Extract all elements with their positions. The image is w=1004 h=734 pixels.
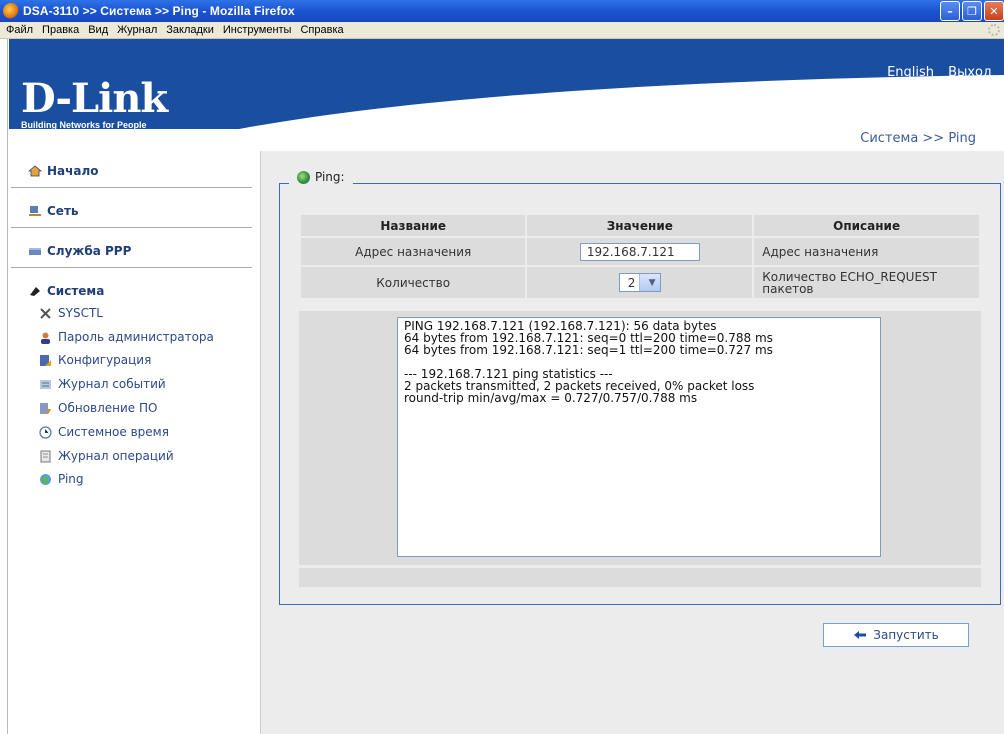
menu-view[interactable]: Вид: [88, 24, 108, 36]
logout-link[interactable]: Выход: [948, 65, 992, 80]
clock-icon: [39, 425, 52, 439]
config-icon: [40, 354, 51, 366]
column-header-description: Описание: [754, 215, 979, 236]
table-footer-bar: [299, 568, 981, 587]
sidebar-item-sysctl[interactable]: SYSCTL: [39, 305, 103, 321]
ping-icon: [40, 473, 51, 485]
update-icon: [40, 402, 51, 414]
sidebar-item-admin-password[interactable]: Пароль администратора: [39, 329, 214, 345]
breadcrumb: Система >> Ping: [860, 131, 976, 146]
dlink-logo: D-Link Building Networks for People: [21, 75, 168, 131]
column-header-name: Название: [301, 215, 526, 236]
column-header-value: Значение: [527, 215, 753, 236]
table-row: Адрес назначения 192.168.7.121 Адрес наз…: [301, 238, 979, 265]
window-title-bar: DSA-3110 >> Система >> Ping - Mozilla Fi…: [0, 0, 1004, 22]
count-select[interactable]: 2 ▼: [618, 273, 661, 292]
ping-settings-table: Название Значение Описание Адрес назначе…: [299, 213, 981, 300]
sidebar-item-config[interactable]: Конфигурация: [39, 352, 151, 368]
close-button[interactable]: ✕: [984, 1, 1004, 21]
minimize-button[interactable]: –: [940, 1, 960, 21]
ping-output-textarea[interactable]: PING 192.168.7.121 (192.168.7.121): 56 d…: [397, 317, 881, 557]
run-button[interactable]: Запустить: [823, 623, 969, 647]
sidebar-item-event-log[interactable]: Журнал событий: [39, 376, 166, 392]
table-row: Количество 2 ▼ Количество ECHO_REQUEST п…: [301, 267, 979, 298]
menu-bar: Файл Правка Вид Журнал Закладки Инструме…: [0, 22, 1004, 39]
sidebar-item-system-time[interactable]: Системное время: [39, 424, 169, 440]
sidebar-item-operations-log[interactable]: Журнал операций: [39, 448, 174, 464]
ppp-icon: [29, 248, 41, 255]
sidebar: Начало Сеть Служба PPP Система SYSCTL Па…: [9, 151, 260, 734]
sidebar-item-home[interactable]: Начало: [11, 161, 252, 188]
ping-icon: [297, 170, 310, 184]
admin-user-icon: [41, 332, 50, 344]
sidebar-item-firmware-update[interactable]: Обновление ПО: [39, 400, 157, 416]
operations-log-icon: [40, 450, 51, 462]
window-title: DSA-3110 >> Система >> Ping - Mozilla Fi…: [23, 4, 295, 18]
ping-legend: Ping:: [289, 170, 353, 184]
row-name: Адрес назначения: [301, 238, 526, 265]
window-frame: [0, 39, 8, 734]
menu-tools[interactable]: Инструменты: [223, 24, 292, 36]
menu-bookmarks[interactable]: Закладки: [166, 24, 214, 36]
page-header: D-Link Building Networks for People Engl…: [9, 39, 1004, 151]
sidebar-item-network[interactable]: Сеть: [11, 201, 252, 228]
menu-help[interactable]: Справка: [300, 24, 343, 36]
firefox-icon: [3, 3, 19, 19]
chevron-down-icon: ▼: [639, 274, 660, 291]
sidebar-item-ppp[interactable]: Служба PPP: [11, 241, 252, 268]
row-description: Количество ECHO_REQUEST пакетов: [754, 267, 979, 298]
sidebar-item-system[interactable]: Система: [11, 281, 252, 305]
maximize-button[interactable]: ❐: [962, 1, 982, 21]
home-icon: [28, 165, 42, 177]
menu-file[interactable]: Файл: [6, 24, 33, 36]
system-icon: [30, 287, 40, 296]
row-description: Адрес назначения: [754, 238, 979, 265]
event-log-icon: [40, 379, 51, 389]
row-name: Количество: [301, 267, 526, 298]
destination-address-input[interactable]: 192.168.7.121: [579, 242, 700, 261]
main-panel: Ping: Название Значение Описание Адрес н…: [260, 151, 1004, 734]
run-arrow-icon: [854, 631, 867, 639]
sidebar-item-ping[interactable]: Ping: [39, 471, 84, 487]
menu-history[interactable]: Журнал: [117, 24, 157, 36]
menu-edit[interactable]: Правка: [42, 24, 79, 36]
throbber-icon: [988, 24, 1000, 36]
output-area: PING 192.168.7.121 (192.168.7.121): 56 d…: [299, 311, 981, 565]
english-link[interactable]: English: [887, 65, 934, 80]
tools-icon: [40, 307, 51, 319]
network-icon: [29, 206, 41, 216]
